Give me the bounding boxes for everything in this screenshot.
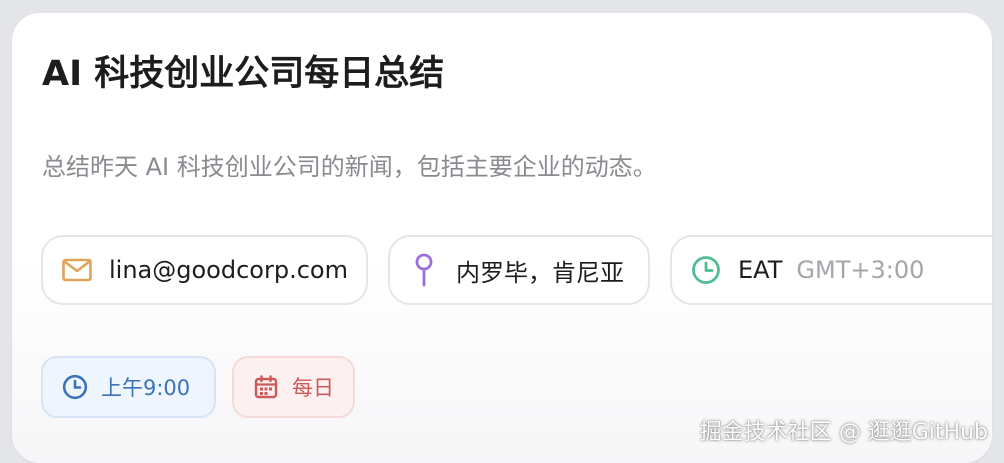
schedule-frequency-text: 每日 (292, 376, 334, 400)
timezone-text: EAT (738, 256, 783, 284)
location-chip[interactable]: 内罗毕，肯尼亚 (388, 235, 650, 305)
schedule-time-text: 上午9:00 (101, 376, 191, 400)
timezone-chip[interactable]: EAT GMT+3:00 (670, 235, 992, 305)
task-title: AI 科技创业公司每日总结 (42, 54, 445, 94)
map-pin-icon (408, 253, 440, 287)
clock-icon (61, 373, 89, 401)
location-text: 内罗毕，肯尼亚 (456, 258, 624, 287)
task-description: 总结昨天 AI 科技创业公司的新闻，包括主要企业的动态。 (42, 153, 657, 181)
schedule-frequency-tag[interactable]: 每日 (232, 356, 355, 418)
watermark-text: 掘金技术社区 @ 逛逛GitHub (699, 420, 988, 445)
clock-icon (690, 254, 722, 286)
mail-icon (61, 254, 93, 286)
task-card: AI 科技创业公司每日总结 总结昨天 AI 科技创业公司的新闻，包括主要企业的动… (12, 13, 992, 463)
email-chip[interactable]: lina@goodcorp.com (41, 235, 368, 305)
email-text: lina@goodcorp.com (109, 256, 348, 284)
timezone-offset: GMT+3:00 (796, 256, 925, 284)
schedule-time-tag[interactable]: 上午9:00 (41, 356, 216, 418)
calendar-icon (252, 373, 280, 401)
